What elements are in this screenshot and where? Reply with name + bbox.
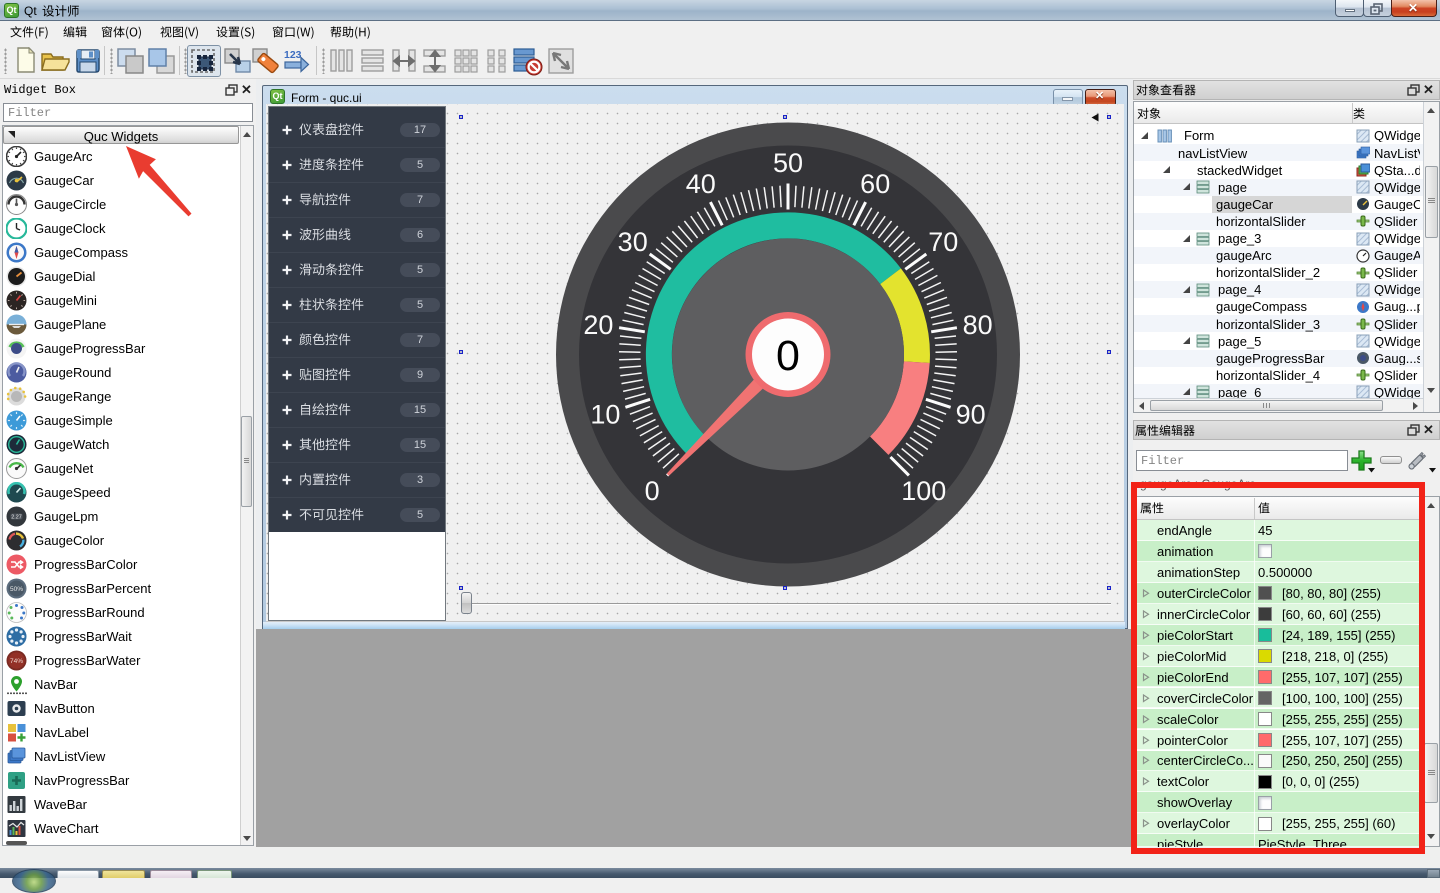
svg-text:90: 90 [956, 399, 986, 429]
svg-text:0: 0 [776, 332, 800, 380]
svg-text:30: 30 [618, 227, 648, 257]
svg-text:60: 60 [860, 169, 890, 199]
svg-text:40: 40 [686, 169, 716, 199]
svg-text:100: 100 [901, 476, 946, 506]
svg-text:0: 0 [645, 476, 660, 506]
svg-text:80: 80 [963, 310, 993, 340]
svg-text:10: 10 [590, 399, 620, 429]
svg-text:20: 20 [583, 310, 613, 340]
svg-text:70: 70 [928, 227, 958, 257]
svg-text:50: 50 [773, 148, 803, 178]
